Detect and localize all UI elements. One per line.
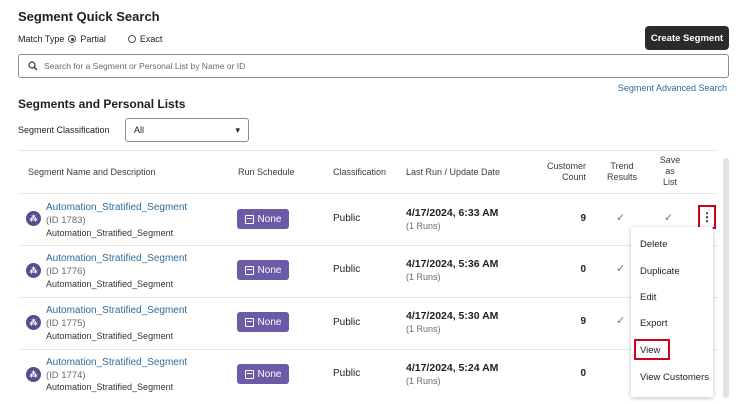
classification-value: Public [333,368,361,379]
col-trend-line1: Trend [610,161,634,171]
segment-name-link[interactable]: Automation_Stratified_Segment [46,202,187,213]
run-schedule-chip[interactable]: None [237,312,289,332]
exact-radio[interactable] [127,35,136,43]
calendar-icon [244,214,254,224]
segment-icon: ⁂ [26,263,41,278]
run-schedule-chip[interactable]: None [237,260,289,280]
col-last-run[interactable]: Last Run / Update Date [406,167,500,177]
classification-value: All [134,125,145,135]
col-count-line2: Count [561,172,586,182]
table-row[interactable]: ⁂ Automation_Stratified_Segment (ID 1776… [18,246,717,297]
row-actions-button[interactable]: ⋮ [698,205,716,229]
customer-count: 9 [580,316,586,327]
caret-down-icon: ▾ [235,124,240,135]
col-classification[interactable]: Classification [333,167,386,177]
table-top-border [18,150,717,152]
segment-name-link[interactable]: Automation_Stratified_Segment [46,357,187,368]
col-trend-line2: Results [606,172,637,182]
match-type-label: Match Type [18,34,65,44]
segments-title: Segments and Personal Lists [18,97,186,111]
table-row[interactable]: ⁂ Automation_Stratified_Segment (ID 1774… [18,350,717,401]
partial-radio[interactable] [68,35,77,43]
segment-id: (ID 1774) [46,370,86,381]
segment-icon: ⁂ [26,315,41,330]
last-run-date: 4/17/2024, 5:24 AM [406,362,499,374]
segment-description: Automation_Stratified_Segment [46,228,174,238]
run-schedule-value: None [257,316,282,328]
row-action-menu: Delete Duplicate Edit Export View View C… [631,227,713,397]
advanced-search-link[interactable]: Segment Advanced Search [618,83,727,93]
calendar-icon [244,317,254,327]
segment-id: (ID 1776) [46,266,86,277]
segment-id: (ID 1783) [46,215,86,226]
col-save-line3: List [662,177,677,187]
save-list-check-icon: ✓ [664,212,674,224]
customer-count: 9 [580,213,586,224]
quick-search-title: Segment Quick Search [18,9,160,24]
col-run-schedule[interactable]: Run Schedule [238,167,295,177]
menu-item-delete[interactable]: Delete [640,239,667,250]
classification-label: Segment Classification [18,125,110,135]
exact-label[interactable]: Exact [140,34,163,44]
customer-count: 0 [580,264,586,275]
classification-select[interactable]: All ▾ [125,118,249,142]
table-row[interactable]: ⁂ Automation_Stratified_Segment (ID 1783… [18,194,717,245]
segment-search-input[interactable]: Search for a Segment or Personal List by… [18,54,729,78]
run-count: (1 Runs) [406,376,441,386]
run-count: (1 Runs) [406,324,441,334]
run-count: (1 Runs) [406,272,441,282]
last-run-date: 4/17/2024, 6:33 AM [406,207,499,219]
segment-description: Automation_Stratified_Segment [46,382,174,392]
partial-label[interactable]: Partial [80,34,106,44]
customer-count: 0 [580,368,586,379]
calendar-icon [244,265,254,275]
run-schedule-chip[interactable]: None [237,209,289,229]
col-count-line1: Customer [546,161,586,171]
table-row[interactable]: ⁂ Automation_Stratified_Segment (ID 1775… [18,298,717,349]
calendar-icon [244,369,254,379]
col-save-line1: Save [659,155,681,165]
col-save-as-list[interactable]: Save as List [652,155,688,188]
segment-icon: ⁂ [26,367,41,382]
segment-name-link[interactable]: Automation_Stratified_Segment [46,253,187,264]
segment-name-link[interactable]: Automation_Stratified_Segment [46,305,187,316]
classification-value: Public [333,213,361,224]
last-run-date: 4/17/2024, 5:36 AM [406,258,499,270]
menu-item-export[interactable]: Export [640,318,667,329]
segment-icon: ⁂ [26,211,41,226]
run-schedule-chip[interactable]: None [237,364,289,384]
segment-description: Automation_Stratified_Segment [46,279,174,289]
col-name[interactable]: Segment Name and Description [28,167,156,177]
menu-item-view[interactable]: View [640,345,660,356]
segment-description: Automation_Stratified_Segment [46,331,174,341]
run-schedule-value: None [257,264,282,276]
create-segment-button[interactable]: Create Segment [645,26,729,50]
search-placeholder: Search for a Segment or Personal List by… [44,61,246,71]
menu-item-duplicate[interactable]: Duplicate [640,266,680,277]
table-scrollbar[interactable] [723,158,729,398]
menu-item-edit[interactable]: Edit [640,292,656,303]
run-count: (1 Runs) [406,221,441,231]
trend-check-icon: ✓ [616,263,626,275]
trend-check-icon: ✓ [616,315,626,327]
kebab-icon: ⋮ [701,210,713,224]
col-save-line2: as [665,166,675,176]
classification-value: Public [333,317,361,328]
run-schedule-value: None [257,368,282,380]
menu-item-view-customers[interactable]: View Customers [640,372,709,383]
segment-id: (ID 1775) [46,318,86,329]
col-customer-count[interactable]: Customer Count [540,161,586,183]
last-run-date: 4/17/2024, 5:30 AM [406,310,499,322]
col-trend-results[interactable]: Trend Results [602,161,642,183]
trend-check-icon: ✓ [616,212,626,224]
match-type-group: Match Type Partial Exact [18,34,162,44]
search-icon [28,61,38,71]
classification-value: Public [333,264,361,275]
run-schedule-value: None [257,213,282,225]
